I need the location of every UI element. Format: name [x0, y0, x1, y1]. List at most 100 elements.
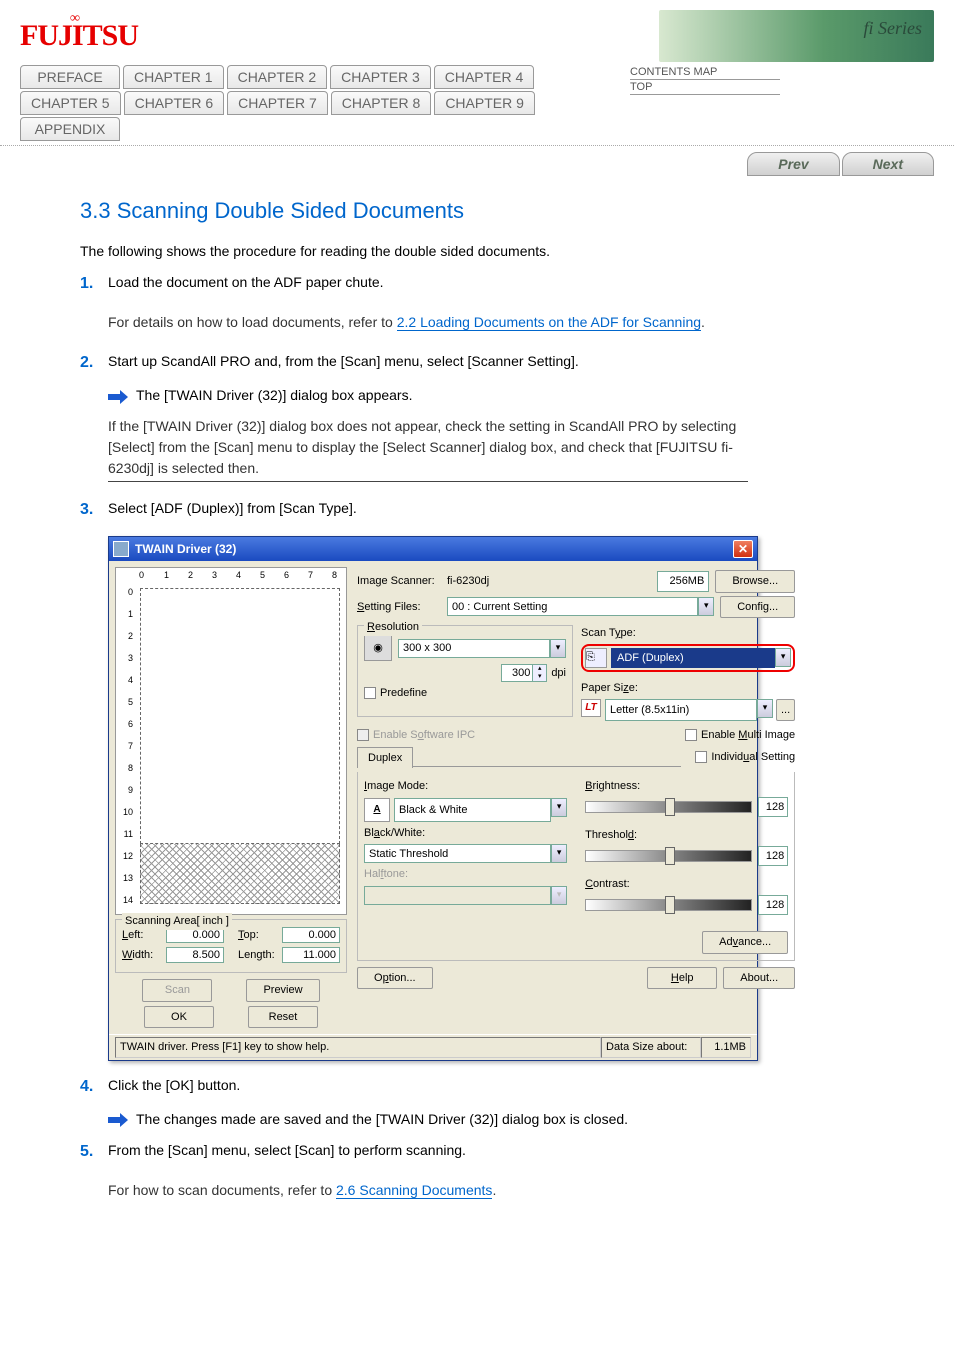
image-scanner-label: Image Scanner:	[357, 573, 447, 590]
black-white-select[interactable]	[364, 844, 551, 863]
contrast-slider[interactable]	[585, 899, 752, 911]
left-input[interactable]	[166, 927, 224, 943]
step-3-text: Select [ADF (Duplex)] from [Scan Type].	[108, 498, 894, 519]
halftone-select	[364, 886, 551, 905]
threshold-slider[interactable]	[585, 850, 752, 862]
individual-label: Individual Setting	[711, 749, 795, 766]
brightness-slider[interactable]	[585, 801, 752, 813]
resolution-icon: ◉	[364, 635, 392, 661]
predefine-label: Predefine	[380, 685, 427, 702]
step-4-text: Click the [OK] button.	[108, 1075, 894, 1096]
step-1-text: Load the document on the ADF paper chute…	[108, 272, 894, 293]
enable-ipc-label: Enable Software IPC	[373, 727, 475, 744]
nav-tab-ch5[interactable]: CHAPTER 5	[20, 91, 121, 115]
halftone-label: Halftone:	[364, 866, 567, 883]
contrast-label: Contrast:	[585, 876, 788, 893]
nav-tab-ch1[interactable]: CHAPTER 1	[123, 65, 224, 89]
nav-tab-ch4[interactable]: CHAPTER 4	[434, 65, 535, 89]
contrast-value[interactable]: 128	[758, 895, 788, 916]
browse-button[interactable]: Browse...	[715, 570, 795, 593]
setting-files-label: Setting Files:	[357, 599, 447, 616]
resolution-dropdown-icon[interactable]: ▾	[550, 639, 566, 658]
step-5-text: From the [Scan] menu, select [Scan] to p…	[108, 1140, 894, 1161]
close-button[interactable]: ✕	[733, 540, 753, 558]
image-scanner-value: fi-6230dj	[447, 573, 657, 590]
step-4-result: The changes made are saved and the [TWAI…	[136, 1109, 628, 1130]
step-5-num: 5.	[80, 1140, 108, 1164]
link-2-6[interactable]: 2.6 Scanning Documents	[336, 1182, 492, 1199]
step-2-num: 2.	[80, 351, 108, 375]
top-input[interactable]	[282, 927, 340, 943]
preview-area[interactable]: 0 1 2 3 4 5 6 7 8 0 1 2 3	[115, 567, 347, 915]
length-label: Length:	[238, 947, 282, 964]
preview-button[interactable]: Preview	[246, 979, 319, 1002]
result-arrow-icon	[108, 1112, 128, 1126]
link-top[interactable]: TOP	[630, 80, 780, 95]
scan-type-select[interactable]: ADF (Duplex)	[611, 648, 775, 669]
width-label: Width:	[122, 947, 166, 964]
statusbar-datasize-label: Data Size about:	[601, 1037, 701, 1058]
statusbar-datasize-value: 1.1MB	[701, 1037, 751, 1058]
resolution-select[interactable]	[398, 639, 550, 658]
nav-tab-appendix[interactable]: APPENDIX	[20, 117, 120, 141]
enable-multi-checkbox[interactable]	[685, 729, 697, 741]
nav-tab-ch7[interactable]: CHAPTER 7	[227, 91, 328, 115]
image-mode-icon: A	[364, 798, 390, 822]
link-2-2[interactable]: 2.2 Loading Documents on the ADF for Sca…	[397, 314, 701, 331]
paper-size-select[interactable]	[605, 699, 757, 722]
setting-files-dropdown-icon[interactable]: ▾	[698, 597, 714, 616]
individual-checkbox[interactable]	[695, 751, 707, 763]
black-white-dropdown-icon[interactable]: ▾	[551, 844, 567, 863]
scan-type-dropdown-icon[interactable]: ▾	[775, 648, 791, 667]
step-4-num: 4.	[80, 1075, 108, 1099]
ok-button[interactable]: OK	[144, 1006, 214, 1029]
paper-size-dropdown-icon[interactable]: ▾	[757, 699, 773, 718]
brightness-value[interactable]: 128	[758, 797, 788, 818]
reset-button[interactable]: Reset	[248, 1006, 318, 1029]
next-button[interactable]: Next	[842, 152, 934, 176]
paper-size-icon: LT	[581, 699, 601, 717]
halftone-dropdown-icon: ▾	[551, 886, 567, 905]
paper-size-more-button[interactable]: ...	[776, 699, 795, 722]
option-button[interactable]: Option...	[357, 967, 433, 990]
image-mode-dropdown-icon[interactable]: ▾	[551, 798, 567, 817]
prev-button[interactable]: Prev	[747, 152, 839, 176]
step-2-result: The [TWAIN Driver (32)] dialog box appea…	[136, 385, 412, 406]
twain-title: TWAIN Driver (32)	[135, 540, 733, 558]
result-arrow-icon	[108, 389, 128, 403]
dpi-spinner[interactable]: ▴▾	[501, 664, 547, 682]
step-2-hint: If the [TWAIN Driver (32)] dialog box do…	[108, 416, 748, 482]
step-1-hint: For details on how to load documents, re…	[108, 312, 705, 335]
nav-tabs: PREFACE CHAPTER 1 CHAPTER 2 CHAPTER 3 CH…	[20, 65, 620, 143]
length-input[interactable]	[282, 947, 340, 963]
advance-button[interactable]: Advance...	[702, 931, 788, 954]
fujitsu-logo: ∞ FUJITSU	[20, 19, 140, 53]
nav-tab-ch3[interactable]: CHAPTER 3	[330, 65, 431, 89]
intro-text: The following shows the procedure for re…	[80, 241, 894, 262]
step-3-num: 3.	[80, 498, 108, 522]
nav-tab-preface[interactable]: PREFACE	[20, 65, 120, 89]
memory-value: 256MB	[657, 571, 709, 592]
nav-tab-ch6[interactable]: CHAPTER 6	[124, 91, 225, 115]
nav-tab-ch9[interactable]: CHAPTER 9	[434, 91, 535, 115]
duplex-tab[interactable]: Duplex	[357, 747, 413, 769]
predefine-checkbox[interactable]	[364, 687, 376, 699]
resolution-label: Resolution	[364, 619, 422, 636]
scan-type-icon: ⎘	[585, 648, 607, 668]
help-button[interactable]: Help	[647, 967, 717, 990]
statusbar-message: TWAIN driver. Press [F1] key to show hel…	[115, 1037, 601, 1058]
nav-tab-ch8[interactable]: CHAPTER 8	[331, 91, 432, 115]
about-button[interactable]: About...	[723, 967, 795, 990]
paper-size-label: Paper Size:	[581, 680, 795, 697]
threshold-label: Threshold:	[585, 827, 788, 844]
setting-files-select[interactable]	[447, 597, 698, 616]
width-input[interactable]	[166, 947, 224, 963]
twain-app-icon	[113, 541, 129, 557]
step-1-num: 1.	[80, 272, 108, 296]
link-contents-map[interactable]: CONTENTS MAP	[630, 65, 780, 80]
step-2-text: Start up ScandAll PRO and, from the [Sca…	[108, 351, 894, 372]
threshold-value[interactable]: 128	[758, 846, 788, 867]
image-mode-select[interactable]	[394, 798, 551, 822]
config-button[interactable]: Config...	[720, 596, 795, 619]
nav-tab-ch2[interactable]: CHAPTER 2	[227, 65, 328, 89]
